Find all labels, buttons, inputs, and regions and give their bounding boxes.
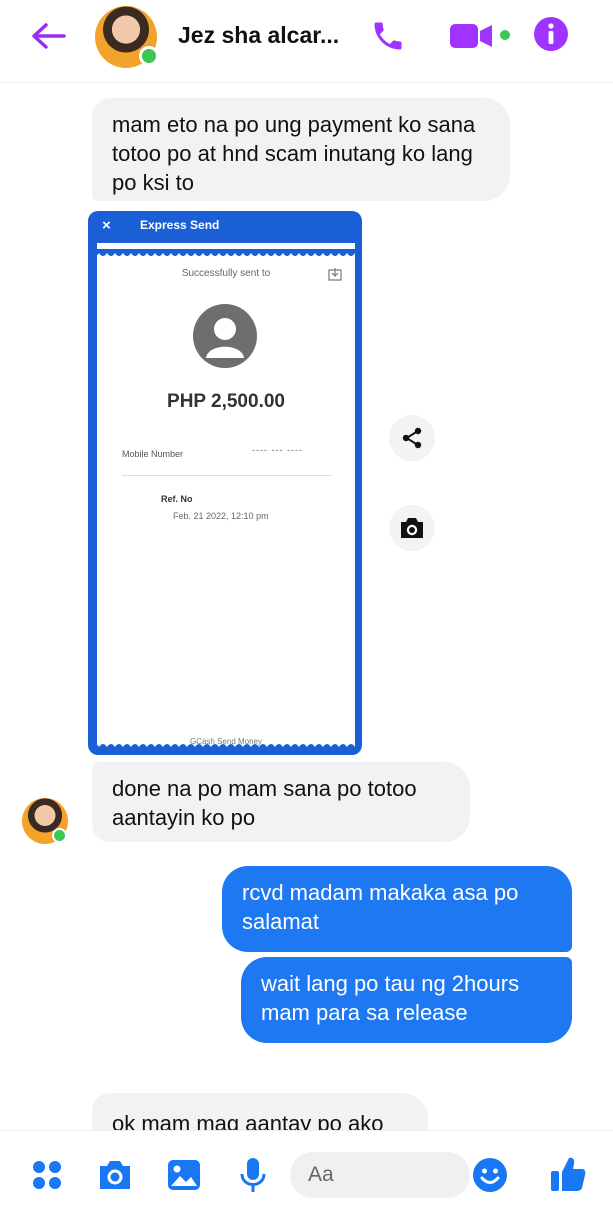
like-icon[interactable] [549,1154,587,1194]
received-message[interactable]: mam eto na po ung payment ko sana totoo … [92,98,510,201]
received-message[interactable]: done na po mam sana po totoo aantayin ko… [92,762,470,842]
camera-icon [401,518,423,538]
video-camera-icon[interactable] [448,22,496,50]
receipt-amount: PHP 2,500.00 [167,391,285,412]
microphone-icon[interactable] [238,1156,268,1194]
receipt-header: × Express Send [88,211,362,241]
message-input[interactable]: Aa [290,1152,470,1198]
receipt-close-icon: × [102,217,111,234]
emoji-icon[interactable] [472,1157,508,1193]
camera-icon[interactable] [96,1157,134,1193]
receipt-body: Successfully sent to PHP 2,500.00 Mobile… [97,243,355,751]
online-status-indicator [139,46,159,66]
receipt-divider [122,475,332,476]
reference-label: Ref. No [161,494,193,504]
contact-name[interactable]: Jez sha alcar... [178,22,339,49]
menu-dots-icon[interactable] [30,1158,64,1192]
phone-icon[interactable] [370,18,406,54]
chat-header: Jez sha alcar... [0,0,613,83]
message-input-placeholder: Aa [308,1163,334,1186]
gallery-icon[interactable] [166,1158,202,1192]
share-button[interactable] [389,415,435,461]
download-icon [328,268,342,281]
mobile-number-label: Mobile Number [122,449,184,459]
sent-message[interactable]: rcvd madam makaka asa po salamat [222,866,572,952]
back-arrow-icon[interactable] [28,20,68,52]
video-active-indicator [498,28,512,42]
transaction-datetime: Feb. 21 2022, 12:10 pm [173,511,269,521]
receipt-status: Successfully sent to [181,268,271,279]
sender-online-indicator [52,828,67,843]
save-photo-button[interactable] [389,505,435,551]
receipt-bottom-edge [97,744,355,751]
info-icon[interactable] [533,16,569,52]
receipt-top-edge [97,249,355,256]
sent-message[interactable]: wait lang po tau ng 2hours mam para sa r… [241,957,572,1043]
recipient-avatar-icon [193,304,257,368]
mobile-number-value: ---- --- ---- [252,445,303,455]
share-icon [402,427,422,449]
receipt-header-title: Express Send [140,218,220,232]
payment-receipt-image[interactable]: × Express Send Successfully sent to PHP … [88,211,362,755]
